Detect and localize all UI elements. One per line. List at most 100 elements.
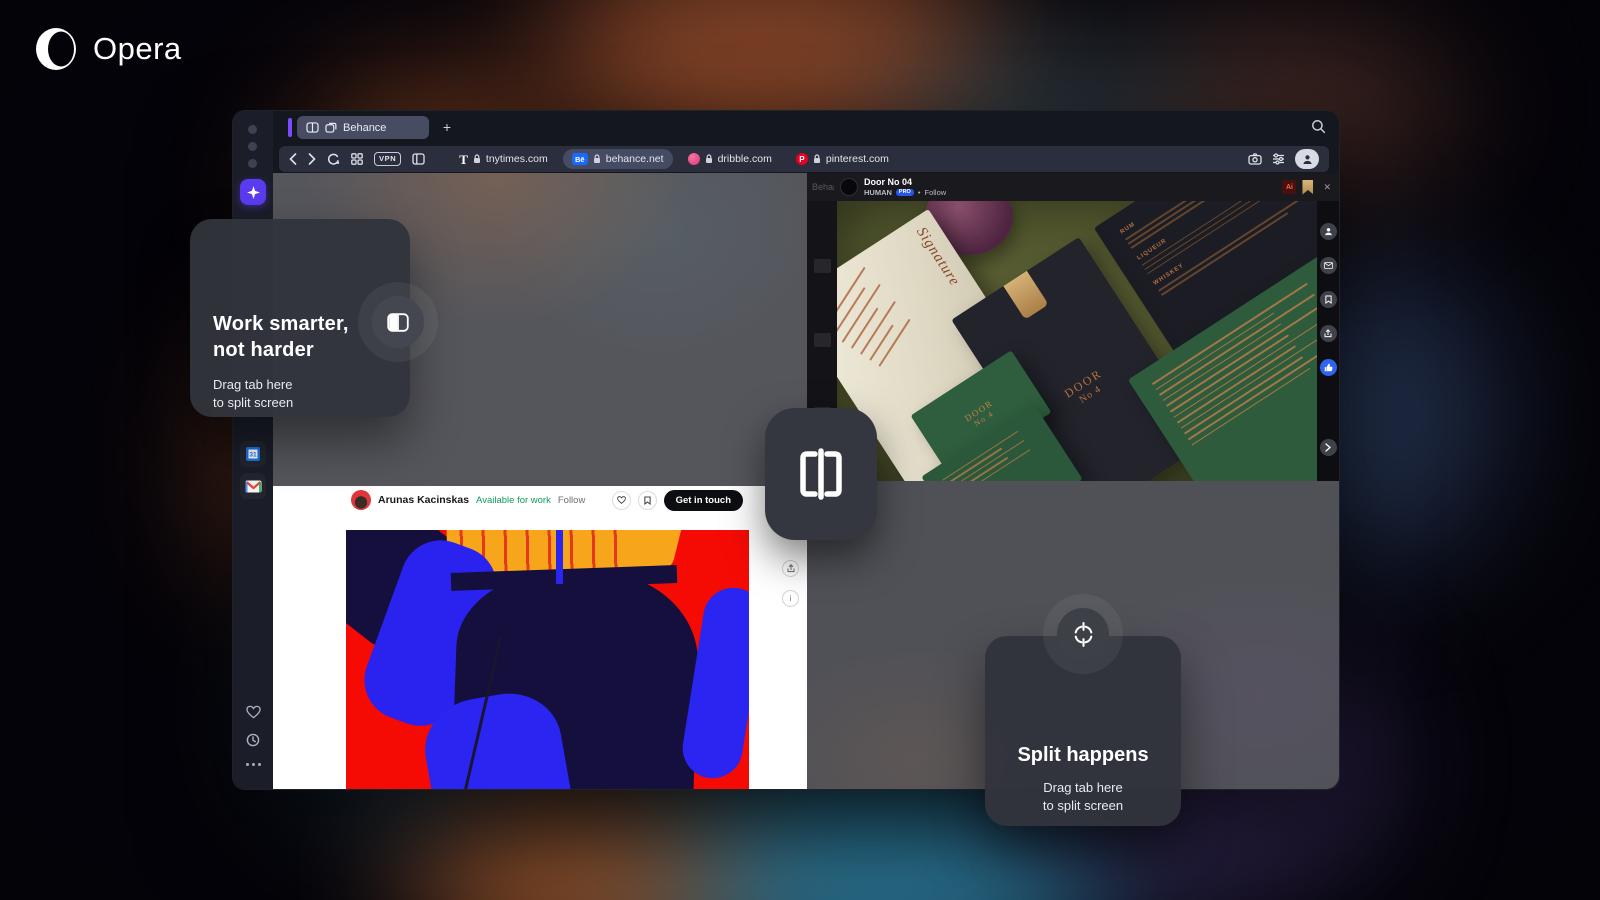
workspace-dot-icon[interactable]	[248, 159, 257, 168]
project-follow-link[interactable]: Follow	[924, 189, 946, 197]
behance-profile-page: Arunas Kacinskas Available for work Foll…	[273, 486, 807, 789]
grid-icon	[351, 153, 363, 165]
pinterest-favicon: P	[796, 153, 808, 165]
toolbar-right-cluster	[1248, 149, 1319, 169]
profile-button[interactable]	[1295, 149, 1319, 169]
appreciate-button[interactable]	[612, 491, 631, 510]
get-in-touch-button[interactable]: Get in touch	[664, 490, 743, 511]
reload-icon	[327, 153, 340, 166]
split-screen-drop-badge[interactable]	[765, 408, 877, 540]
gmail-button[interactable]	[240, 473, 266, 499]
opera-wordmark: Opera	[93, 31, 182, 67]
workspace-dot-icon[interactable]	[248, 125, 257, 134]
workspace-dot-icon[interactable]	[248, 142, 257, 151]
appreciate-button[interactable]	[1320, 359, 1337, 376]
dribbble-favicon	[688, 153, 700, 165]
share-button[interactable]	[782, 560, 799, 577]
easy-setup-button[interactable]	[1272, 153, 1285, 165]
lock-icon	[813, 154, 821, 164]
site-pill-dribble[interactable]: dribble.com	[679, 149, 781, 169]
aria-ai-button[interactable]	[240, 179, 266, 205]
project-owner[interactable]: HUMAN	[864, 189, 892, 197]
split-left-badge[interactable]	[372, 296, 424, 348]
clock-icon	[246, 733, 260, 747]
person-icon	[1324, 227, 1333, 236]
likes-button[interactable]	[233, 705, 273, 719]
site-label: tnytimes.com	[486, 153, 548, 165]
reading-list-button[interactable]	[412, 153, 425, 165]
site-pill-pinterest[interactable]: P pinterest.com	[787, 149, 898, 169]
popup-window-icon	[325, 122, 337, 133]
tab-strip: Behance +	[273, 111, 1339, 144]
split-quad-icon	[1070, 621, 1097, 648]
calendar-icon: 31	[245, 446, 261, 462]
lock-icon	[593, 154, 601, 164]
marketing-canvas: Opera 31	[0, 0, 1600, 900]
project-title: Door No 04	[864, 178, 946, 187]
tab-title: Behance	[343, 122, 386, 134]
search-icon	[1311, 119, 1326, 134]
sparkle-icon	[247, 186, 260, 199]
share-project-button[interactable]	[1320, 325, 1337, 342]
tooltip-body-line: to split screen	[213, 394, 410, 412]
split-quad-badge[interactable]	[1057, 608, 1109, 660]
nyt-favicon: T	[459, 153, 468, 166]
separator-dot: •	[918, 189, 921, 197]
thumbs-up-icon	[1324, 363, 1333, 372]
forward-button[interactable]	[308, 153, 316, 165]
sliders-icon	[1272, 153, 1285, 165]
lock-icon	[473, 154, 481, 164]
site-label: pinterest.com	[826, 153, 889, 165]
sidebar: 31	[233, 111, 273, 789]
site-label: behance.net	[606, 153, 664, 165]
split-half-icon	[387, 313, 409, 332]
save-project-button[interactable]	[1320, 291, 1337, 308]
speed-dial-button[interactable]	[351, 153, 363, 165]
follow-owner-button[interactable]	[1320, 223, 1337, 240]
project-hero-image[interactable]: Signature RUM LIQUEUR WHISKEY DOOR No 4	[837, 201, 1317, 481]
tooltip-title: Split happens	[985, 744, 1181, 767]
sidebar-more-button[interactable]	[233, 763, 273, 766]
save-button[interactable]	[638, 491, 657, 510]
profile-avatar[interactable]	[351, 490, 371, 510]
snapshot-button[interactable]	[1248, 153, 1262, 165]
split-screen-tab-icon	[306, 122, 319, 133]
info-button[interactable]: i	[782, 590, 799, 607]
project-owner-avatar[interactable]	[840, 178, 858, 196]
heart-icon	[246, 705, 261, 719]
vpn-badge[interactable]: VPN	[374, 152, 401, 166]
close-pane-button[interactable]: ✕	[1323, 182, 1331, 193]
lock-icon	[705, 154, 713, 164]
heart-icon	[617, 496, 626, 504]
camera-icon	[1248, 153, 1262, 165]
bookmark-ribbon-icon[interactable]	[1302, 180, 1313, 195]
site-pill-behance[interactable]: Bē behance.net	[563, 149, 673, 169]
tooltip-body-line: Drag tab here	[985, 779, 1181, 797]
project-action-rail	[1317, 201, 1339, 481]
google-calendar-button[interactable]: 31	[240, 441, 266, 467]
follow-link[interactable]: Follow	[558, 495, 585, 506]
split-brackets-icon	[790, 444, 852, 504]
reload-button[interactable]	[327, 153, 340, 166]
artwork-side-actions: i	[782, 560, 799, 607]
artwork-image[interactable]	[346, 530, 749, 789]
availability-badge: Available for work	[476, 495, 551, 506]
behance-favicon: Bē	[572, 153, 588, 165]
illustrator-tool-badge[interactable]: Ai	[1282, 180, 1296, 194]
message-button[interactable]	[1320, 257, 1337, 274]
back-button[interactable]	[289, 153, 297, 165]
history-button[interactable]	[233, 733, 273, 747]
menu-item-lines	[837, 249, 940, 371]
tab-behance[interactable]: Behance	[297, 116, 429, 139]
tooltip-work-smarter: Work smarter, not harder Drag tab here t…	[190, 219, 410, 417]
next-project-button[interactable]	[1320, 439, 1337, 456]
opera-logo: Opera	[33, 26, 182, 72]
pro-badge: PRO	[896, 189, 914, 197]
site-label: dribble.com	[718, 153, 772, 165]
project-header: Behance Door No 04 HUMAN PRO • Follow Ai	[807, 173, 1339, 201]
gmail-icon	[245, 480, 262, 493]
new-tab-button[interactable]: +	[437, 117, 457, 137]
share-up-icon	[1324, 329, 1332, 338]
search-button[interactable]	[1311, 119, 1326, 139]
site-pill-tnytimes[interactable]: T tnytimes.com	[450, 149, 557, 169]
